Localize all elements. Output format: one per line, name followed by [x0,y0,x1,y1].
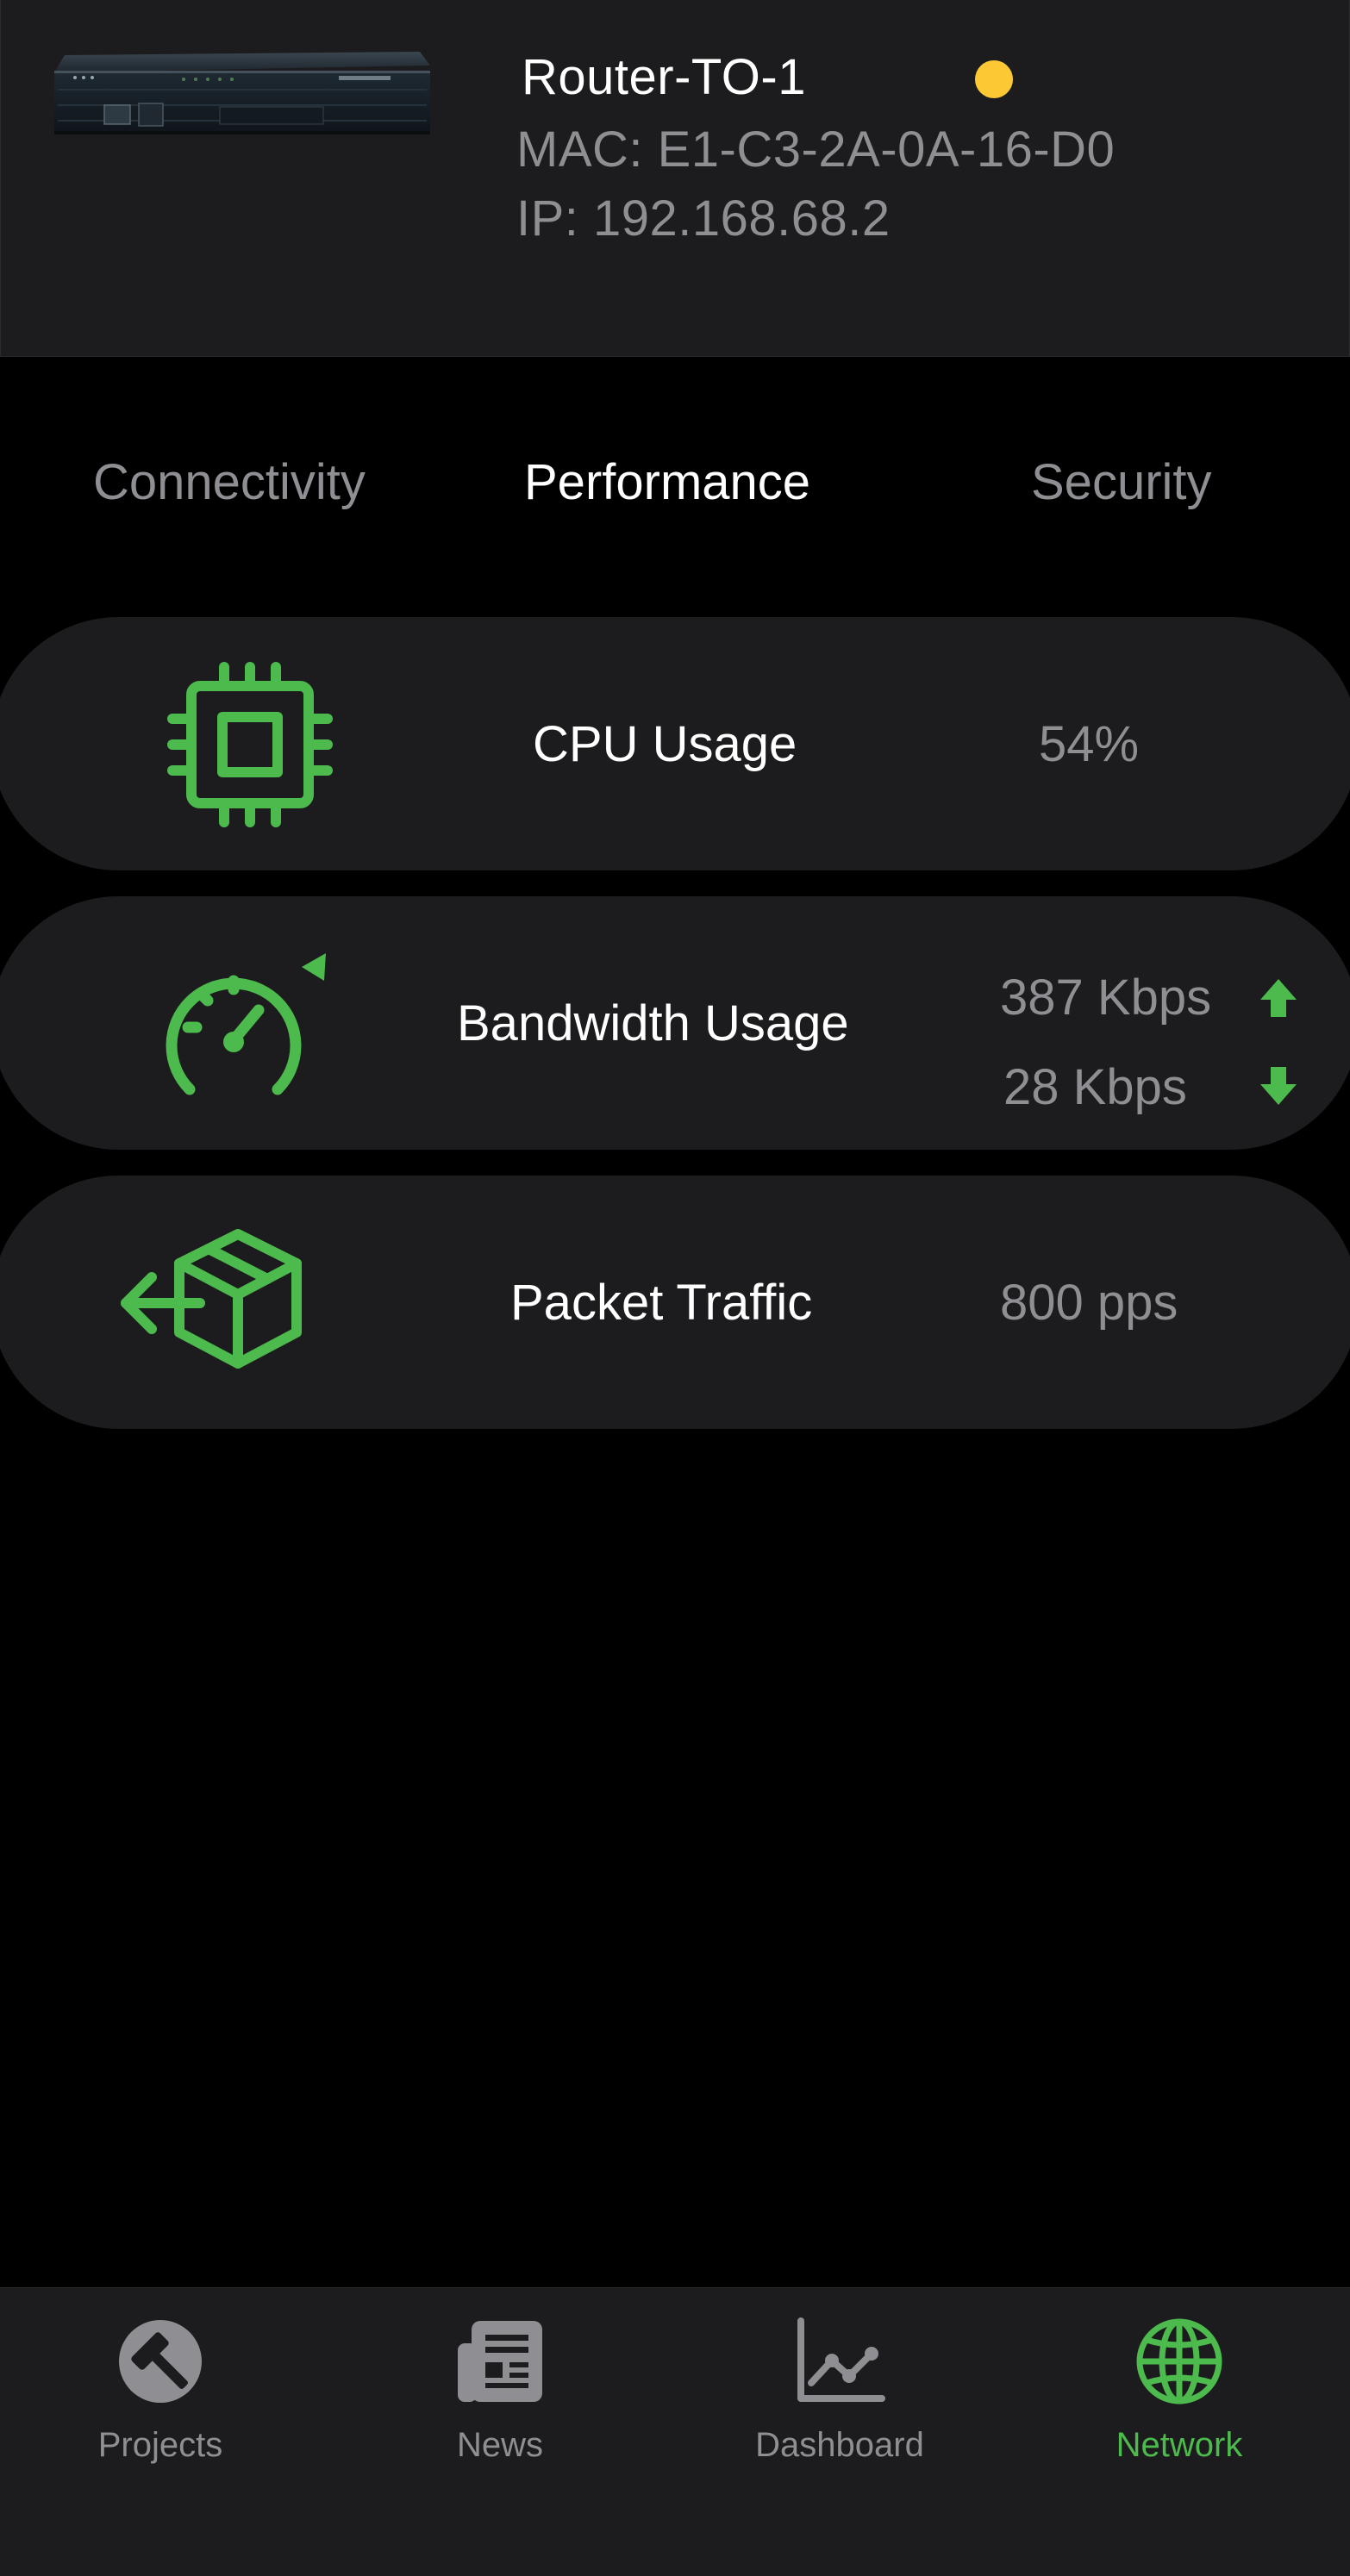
tabbar-item-network[interactable]: Network [1059,2314,1300,2486]
tab-connectivity[interactable]: Connectivity [93,448,366,517]
bandwidth-download-value: 28 Kbps [1003,1059,1187,1115]
device-name: Router-TO-1 [522,49,806,105]
tabbar-item-news[interactable]: News [379,2314,621,2486]
packet-traffic-label: Packet Traffic [510,1275,813,1331]
device-ip-address: IP: 192.168.68.2 [516,190,891,246]
bottom-tab-bar: Projects News Dashboard Network [0,2287,1350,2576]
packet-traffic-value: 800 pps [1000,1275,1178,1331]
tabbar-label-projects: Projects [97,2426,223,2464]
router-device-image [54,52,430,134]
tab-security[interactable]: Security [1031,448,1212,517]
cpu-usage-value: 54% [1039,716,1140,772]
device-header: Router-TO-1 MAC: E1-C3-2A-0A-16-D0 IP: 1… [0,0,1350,357]
cpu-usage-label: CPU Usage [533,716,797,772]
bandwidth-upload-value: 387 Kbps [1000,970,1212,1026]
tab-performance[interactable]: Performance [524,448,810,517]
arrow-down-icon [1260,1067,1297,1105]
line-chart-icon [797,2317,885,2402]
tabbar-label-dashboard: Dashboard [755,2426,924,2464]
status-indicator [975,60,1013,98]
cpu-chip-icon [167,662,333,827]
globe-icon [1136,2318,1222,2404]
cpu-usage-card[interactable]: CPU Usage 54% [0,617,1350,870]
package-outgoing-icon [121,1229,302,1369]
hammer-icon [119,2320,202,2403]
bandwidth-usage-card[interactable]: Bandwidth Usage 387 Kbps 28 Kbps [0,896,1350,1150]
newspaper-icon [458,2321,542,2402]
device-mac-address: MAC: E1-C3-2A-0A-16-D0 [516,122,1116,178]
tabbar-item-projects[interactable]: Projects [40,2314,281,2486]
arrow-up-icon [1260,979,1297,1017]
tabbar-label-network: Network [1116,2426,1243,2464]
bandwidth-usage-label: Bandwidth Usage [457,995,849,1051]
tabbar-item-dashboard[interactable]: Dashboard [719,2314,960,2486]
packet-traffic-card[interactable]: Packet Traffic 800 pps [0,1176,1350,1429]
tabbar-label-news: News [456,2426,544,2464]
speedometer-icon [166,953,326,1095]
